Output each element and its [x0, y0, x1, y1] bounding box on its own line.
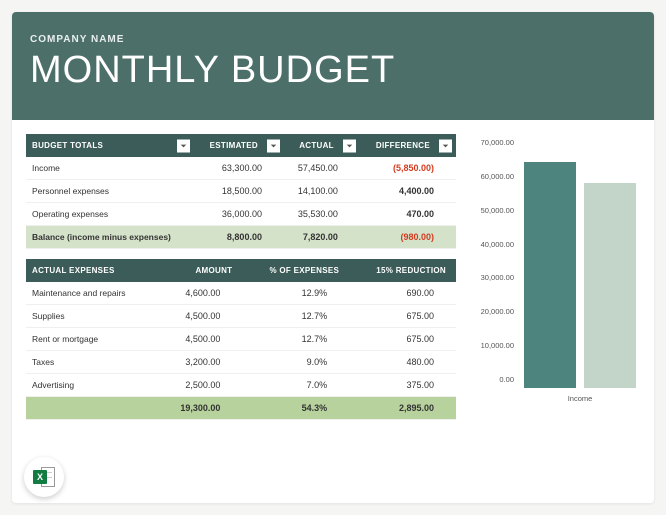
page-title: MONTHLY BUDGET: [30, 49, 636, 92]
x-axis-label: Income: [470, 394, 640, 403]
col-pct: % OF EXPENSES: [242, 259, 349, 282]
table-row: Taxes 3,200.00 9.0% 480.00: [26, 351, 456, 374]
y-axis: 70,000.00 60,000.00 50,000.00 40,000.00 …: [470, 138, 520, 388]
filter-icon[interactable]: [267, 139, 280, 152]
bars: [520, 138, 640, 388]
filter-icon[interactable]: [177, 139, 190, 152]
table-row: Maintenance and repairs 4,600.00 12.9% 6…: [26, 282, 456, 305]
balance-row: Balance (income minus expenses) 8,800.00…: [26, 226, 456, 249]
col-reduction: 15% REDUCTION: [349, 259, 456, 282]
filter-icon[interactable]: [439, 139, 452, 152]
table-row: Income 63,300.00 57,450.00 (5,850.00): [26, 157, 456, 180]
table-row: Rent or mortgage 4,500.00 12.7% 675.00: [26, 328, 456, 351]
actual-expenses-table: ACTUAL EXPENSES AMOUNT % OF EXPENSES 15%…: [26, 259, 456, 420]
company-label: COMPANY NAME: [30, 34, 636, 45]
table-row: Supplies 4,500.00 12.7% 675.00: [26, 305, 456, 328]
totals-row: 19,300.00 54.3% 2,895.00: [26, 397, 456, 420]
col-actual-expenses: ACTUAL EXPENSES: [26, 259, 158, 282]
col-difference: DIFFERENCE: [360, 134, 456, 157]
filter-icon[interactable]: [343, 139, 356, 152]
col-budget-totals: BUDGET TOTALS: [26, 134, 194, 157]
col-amount: AMOUNT: [158, 259, 243, 282]
table-row: Advertising 2,500.00 7.0% 375.00: [26, 374, 456, 397]
table-row: Operating expenses 36,000.00 35,530.00 4…: [26, 203, 456, 226]
col-actual: ACTUAL: [284, 134, 360, 157]
bar-actual: [584, 183, 636, 388]
excel-icon: X: [33, 467, 55, 487]
income-bar-chart: 70,000.00 60,000.00 50,000.00 40,000.00 …: [470, 134, 640, 420]
excel-badge[interactable]: X: [24, 457, 64, 497]
budget-totals-table: BUDGET TOTALS ESTIMATED ACTUAL DIFFERENC…: [26, 134, 456, 249]
table-row: Personnel expenses 18,500.00 14,100.00 4…: [26, 180, 456, 203]
header-banner: COMPANY NAME MONTHLY BUDGET: [12, 12, 654, 120]
col-estimated: ESTIMATED: [194, 134, 284, 157]
bar-estimated: [524, 162, 576, 388]
